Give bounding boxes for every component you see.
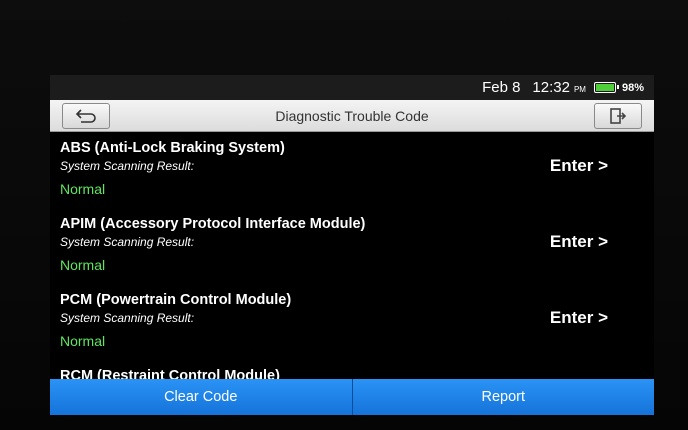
enter-button[interactable]: Enter >: [550, 232, 608, 252]
clear-code-button[interactable]: Clear Code: [50, 379, 352, 415]
title-bar: Diagnostic Trouble Code: [50, 100, 654, 132]
status-time: 12:32: [532, 79, 570, 96]
enter-button[interactable]: Enter >: [550, 156, 608, 176]
back-arrow-icon: [75, 108, 96, 123]
module-name: ABS (Anti-Lock Braking System): [60, 140, 285, 156]
back-button[interactable]: [62, 102, 110, 129]
exit-door-icon: [610, 107, 627, 124]
battery-percent: 98%: [621, 81, 644, 94]
scan-result-value: Normal: [60, 333, 106, 349]
report-button[interactable]: Report: [352, 379, 654, 415]
module-item-apim[interactable]: APIM (Accessory Protocol Interface Modul…: [60, 208, 654, 284]
module-list: ABS (Anti-Lock Braking System) System Sc…: [50, 132, 654, 390]
module-item-abs[interactable]: ABS (Anti-Lock Braking System) System Sc…: [60, 132, 654, 208]
scan-result-value: Normal: [60, 257, 106, 273]
screen: Feb 8 12:32 PM 98% Diagnostic Trouble Co…: [50, 75, 654, 415]
battery-icon: [593, 82, 619, 93]
module-name: APIM (Accessory Protocol Interface Modul…: [60, 216, 366, 232]
page-title: Diagnostic Trouble Code: [275, 107, 429, 124]
device-frame: Feb 8 12:32 PM 98% Diagnostic Trouble Co…: [0, 0, 688, 430]
module-item-pcm[interactable]: PCM (Powertrain Control Module) System S…: [60, 284, 654, 360]
status-bar: Feb 8 12:32 PM 98%: [50, 75, 654, 100]
action-bar: Clear Code Report: [50, 379, 654, 415]
status-ampm: PM: [573, 85, 586, 94]
status-date: Feb 8: [482, 79, 521, 96]
module-name: PCM (Powertrain Control Module): [60, 292, 292, 308]
exit-button[interactable]: [594, 102, 642, 129]
scan-result-value: Normal: [60, 181, 106, 197]
enter-button[interactable]: Enter >: [550, 308, 608, 328]
